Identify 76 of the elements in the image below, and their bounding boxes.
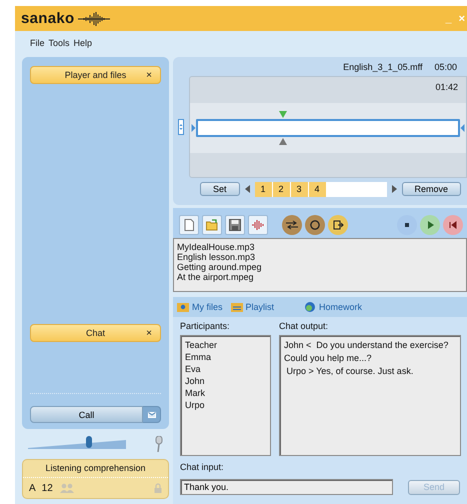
file-tab[interactable]: Playlist [230,301,274,313]
close-button[interactable]: × [146,328,152,338]
set-button[interactable]: Set [200,182,240,196]
document-icon [183,218,195,230]
panel-tab-label: Player and files [64,70,126,80]
rewind-button[interactable] [443,214,463,234]
sound-wave-icon [252,218,264,230]
save-icon [229,218,241,230]
arrows-icon [286,218,298,230]
document-button[interactable] [179,214,199,234]
sound-wave-button[interactable] [248,214,268,234]
marker-tab[interactable]: 3 [290,182,309,196]
envelope-button[interactable] [143,406,161,423]
position-label: 01:42 [434,81,459,94]
menu-item[interactable]: File [30,38,45,48]
globe-icon [304,301,316,313]
participant-item[interactable]: Teacher [185,339,266,351]
playlist-entry[interactable]: MyIdealHouse.mp3 [177,242,255,252]
stop-button[interactable] [397,214,417,234]
file-tab[interactable]: Homework [304,301,362,313]
logo-text: sanako [21,10,74,27]
slider-thumb[interactable] [86,436,92,448]
export-button[interactable] [328,214,348,234]
file-tab[interactable]: My files [177,301,223,313]
panel-tab-label: Chat [86,328,105,338]
participant-item[interactable]: Mark [185,387,266,399]
folder-icon [206,218,218,230]
microphone-icon[interactable] [155,436,163,452]
duration-label: 05:00 [434,62,457,74]
marker-tab[interactable]: 1 [254,182,273,196]
chat-output-label: Chat output: [279,321,330,332]
lock-icon [154,483,162,493]
panel-tab[interactable]: Chat × [30,324,161,342]
chat-input[interactable]: Thank you. [180,479,393,495]
menu-item[interactable]: Help [74,38,92,48]
group-label: A [29,482,36,494]
marker-tab[interactable]: 2 [272,182,291,196]
right-arrow-icon [191,124,196,132]
left-arrow-icon [460,124,465,132]
chat-message: Urpo > Yes, of course. Just ask. [286,365,414,378]
export-icon [332,218,344,230]
play-button[interactable] [420,214,440,234]
playlist-entry[interactable]: English lesson.mp3 [177,252,256,262]
previous-icon[interactable] [244,185,250,193]
participants-label: Participants: [180,321,231,332]
call-button[interactable]: Call [30,406,143,423]
count-label: 12 [42,482,53,494]
arrows-button[interactable] [282,214,302,234]
participant-item[interactable]: Emma [185,351,266,363]
playhead-marker[interactable] [279,111,288,145]
participant-item[interactable]: Urpo [185,399,266,411]
marker-tab[interactable]: 4 [308,182,327,196]
activity-title: Listening comprehension [44,462,147,475]
chat-input-label: Chat input: [180,462,225,473]
chat-message: Could you help me...? [284,352,373,365]
participant-item[interactable]: Eva [185,363,266,375]
folder-person-icon [177,301,189,313]
participant-item[interactable]: John [185,375,266,387]
folder-button[interactable] [202,214,222,234]
menu-item[interactable]: Tools [48,38,70,48]
playlist-entry[interactable]: At the airport.mpeg [177,272,254,282]
waveform-icon [78,10,110,26]
spinner-icon[interactable] [178,119,184,135]
folder-list-icon [230,301,243,313]
next-icon[interactable] [392,185,397,193]
remove-button[interactable]: Remove [402,182,462,196]
save-button[interactable] [225,214,245,234]
file-name: English_3_1_05.mff [343,62,422,74]
rewind-icon [447,218,459,230]
envelope-icon [148,412,156,418]
playlist-entry[interactable]: Getting around.mpeg [177,262,262,272]
chat-message: John < Do you understand the exercise? [284,339,450,352]
panel-tab[interactable]: Player and files × [30,66,161,84]
volume-slider[interactable] [28,439,126,449]
close-button[interactable]: × [146,70,152,80]
people-icon [58,483,75,493]
